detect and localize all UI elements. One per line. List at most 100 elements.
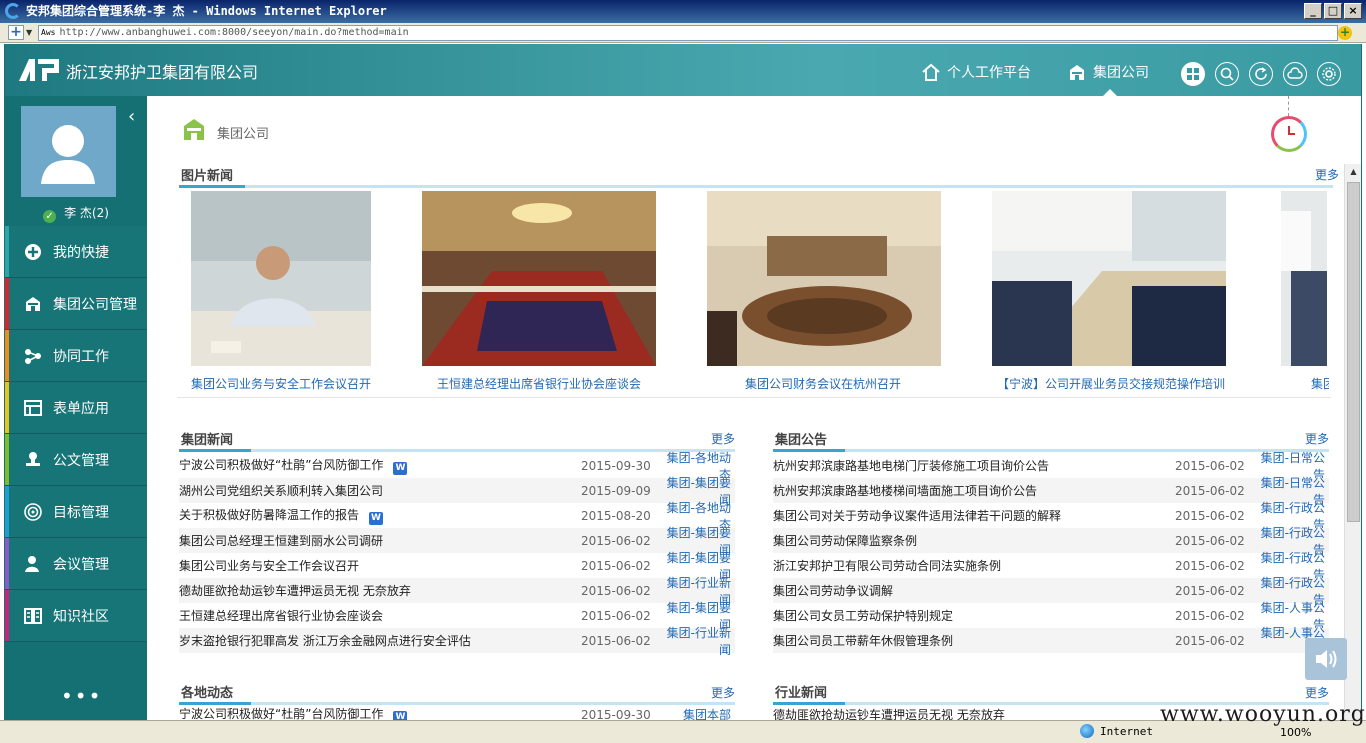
cloud-button[interactable]: [1283, 62, 1307, 86]
industry-news-more-link[interactable]: 更多: [1305, 684, 1329, 701]
list-item[interactable]: 湖州公司党组织关系顺利转入集团公司 2015-09-09 集团-集团要闻: [179, 476, 735, 507]
sidebar-item-shortcuts[interactable]: 我的快捷: [5, 226, 147, 278]
photo-caption-link[interactable]: 集团公司财务会议在杭州召开: [745, 375, 945, 392]
news-title-link[interactable]: 集团公司总经理王恒建到丽水公司调研: [179, 532, 581, 549]
photo-caption-link[interactable]: 王恒建总经理出席省银行业协会座谈会: [437, 375, 657, 392]
notice-title-link[interactable]: 集团公司劳动争议调解: [773, 582, 1175, 599]
maximize-button[interactable]: □: [1324, 3, 1342, 19]
list-item[interactable]: 杭州安邦滨康路基地楼梯间墙面施工项目询价公告 2015-06-02 集团-日常公告: [773, 476, 1329, 507]
menu-accent-bar: [5, 486, 9, 537]
list-item[interactable]: 宁波公司积极做好“杜鹃”台风防御工作 W 2015-09-30 集团本部: [179, 706, 735, 720]
zoom-level[interactable]: 100%: [1280, 726, 1311, 739]
search-icon: [1220, 67, 1234, 81]
news-date: 2015-06-02: [581, 583, 651, 598]
list-item[interactable]: 集团公司员工带薪年休假管理条例2015-06-02集团-人事公告: [773, 626, 1329, 657]
menu-accent-bar: [5, 278, 9, 329]
clock-widget[interactable]: [1271, 116, 1307, 152]
list-item[interactable]: 集团公司业务与安全工作会议召开 2015-06-02 集团-集团要闻: [179, 551, 735, 582]
notice-title-link[interactable]: 集团公司员工带薪年休假管理条例: [773, 632, 1175, 649]
nav-group-company[interactable]: 集团公司: [1067, 62, 1149, 82]
news-date: 2015-08-20: [581, 508, 651, 523]
list-item[interactable]: 集团公司女员工劳动保护特别规定 2015-06-02 集团-人事公告: [773, 601, 1329, 632]
news-category-link[interactable]: 集团-行业新闻: [657, 624, 735, 658]
news-title-link[interactable]: 宁波公司积极做好“杜鹃”台风防御工作 W: [179, 706, 581, 720]
notice-title-link[interactable]: 杭州安邦滨康路基地电梯门厅装修施工项目询价公告: [773, 457, 1175, 474]
notice-title-link[interactable]: 杭州安邦滨康路基地楼梯间墙面施工项目询价公告: [773, 482, 1175, 499]
list-item[interactable]: 王恒建总经理出席省银行业协会座谈会 2015-06-02 集团-集团要闻: [179, 601, 735, 632]
add-page-icon[interactable]: +: [8, 25, 24, 40]
group-news-more-link[interactable]: 更多: [711, 430, 735, 447]
list-item[interactable]: 关于积极做好防暑降温工作的报告 W 2015-08-20 集团-各地动态: [179, 501, 735, 532]
list-item[interactable]: 德劫匪欲抢劫运钞车遭押运员无视 无奈放弃 2015-06-02 集团-行业新闻: [179, 576, 735, 607]
sidebar-item-documents[interactable]: 公文管理: [5, 434, 147, 486]
apps-grid-button[interactable]: [1181, 62, 1205, 86]
url-field[interactable]: Aws http://www.anbanghuwei.com:8000/seeyo…: [38, 25, 1338, 41]
more-menu-button[interactable]: •••: [61, 684, 102, 708]
list-item[interactable]: 集团公司劳动争议调解 2015-06-02 集团-行政公告: [773, 576, 1329, 607]
user-status[interactable]: ✓ 李 杰(2): [5, 204, 147, 223]
news-date: 2015-06-02: [581, 533, 651, 548]
photo-caption-link[interactable]: 集团公司业务与安全工作会议召开: [191, 375, 371, 392]
news-title-link[interactable]: 德劫匪欲抢劫运钞车遭押运员无视 无奈放弃: [179, 582, 581, 599]
news-date: 2015-06-02: [581, 558, 651, 573]
news-photo[interactable]: [422, 191, 656, 366]
photo-news-more-link[interactable]: 更多: [1315, 166, 1339, 183]
news-photo[interactable]: [707, 191, 941, 366]
list-item[interactable]: 浙江安邦护卫有限公司劳动合同法实施条例 2015-06-02 集团-行政公告: [773, 551, 1329, 582]
notice-title-link[interactable]: 集团公司对关于劳动争议案件适用法律若干问题的解释: [773, 507, 1175, 524]
close-button[interactable]: ×: [1344, 3, 1362, 19]
news-title-link[interactable]: 集团公司业务与安全工作会议召开: [179, 557, 581, 574]
news-photo[interactable]: [191, 191, 371, 366]
share-nodes-icon: [23, 346, 43, 366]
local-news-more-link[interactable]: 更多: [711, 684, 735, 701]
news-category-link[interactable]: 集团本部: [657, 706, 735, 720]
list-item[interactable]: 集团公司劳动保障监察条例 2015-06-02 集团-行政公告: [773, 526, 1329, 557]
list-item[interactable]: 杭州安邦滨康路基地电梯门厅装修施工项目询价公告 2015-06-02 集团-日常公告: [773, 451, 1329, 482]
sidebar-item-collaboration[interactable]: 协同工作: [5, 330, 147, 382]
settings-button[interactable]: [1317, 62, 1341, 86]
news-title-link[interactable]: 岁末盗抢银行犯罪高发 浙江万余金融网点进行安全评估: [179, 632, 581, 649]
local-news-title: 各地动态: [181, 686, 234, 701]
news-photo[interactable]: [992, 191, 1226, 366]
sidebar-item-label: 公文管理: [53, 452, 109, 469]
group-news-title: 集团新闻: [181, 433, 234, 448]
sound-button[interactable]: [1305, 638, 1347, 680]
news-title-link[interactable]: 王恒建总经理出席省银行业协会座谈会: [179, 607, 581, 624]
chevron-down-icon[interactable]: ▼: [26, 28, 32, 37]
collapse-sidebar-icon[interactable]: ‹: [128, 106, 135, 127]
news-photo[interactable]: [1281, 191, 1327, 366]
notice-title-link[interactable]: 集团公司女员工劳动保护特别规定: [773, 607, 1175, 624]
scroll-up-arrow-icon[interactable]: ▲: [1346, 164, 1361, 179]
avatar[interactable]: [21, 106, 116, 197]
sidebar-item-forms[interactable]: 表单应用: [5, 382, 147, 434]
search-button[interactable]: [1215, 62, 1239, 86]
notice-title-link[interactable]: 浙江安邦护卫有限公司劳动合同法实施条例: [773, 557, 1175, 574]
photo-news-underline: [179, 185, 1333, 188]
ie-logo-icon: [5, 3, 21, 19]
list-item[interactable]: 集团公司对关于劳动争议案件适用法律若干问题的解释 2015-06-02 集团-行政公…: [773, 501, 1329, 532]
news-title-link[interactable]: 湖州公司党组织关系顺利转入集团公司: [179, 482, 581, 499]
go-icon[interactable]: +: [1338, 26, 1352, 40]
group-notice-more-link[interactable]: 更多: [1305, 430, 1329, 447]
scroll-thumb[interactable]: [1347, 182, 1360, 522]
security-zone[interactable]: Internet: [1080, 724, 1153, 738]
news-title-link[interactable]: 宁波公司积极做好“杜鹃”台风防御工作 W: [179, 456, 581, 475]
sidebar-item-goals[interactable]: 目标管理: [5, 486, 147, 538]
photo-caption-link[interactable]: 集团: [1311, 375, 1329, 392]
word-doc-icon: W: [393, 711, 408, 720]
list-item[interactable]: 集团公司总经理王恒建到丽水公司调研 2015-06-02 集团-集团要闻: [179, 526, 735, 557]
photo-caption-link[interactable]: 【宁波】公司开展业务员交接规范操作培训: [997, 375, 1237, 392]
minimize-button[interactable]: _: [1304, 3, 1322, 19]
sidebar-item-meetings[interactable]: 会议管理: [5, 538, 147, 590]
sidebar-item-knowledge[interactable]: 知识社区: [5, 590, 147, 642]
nav-personal-platform[interactable]: 个人工作平台: [921, 62, 1031, 82]
list-item[interactable]: 宁波公司积极做好“杜鹃”台风防御工作 W 2015-09-30 集团-各地动态: [179, 451, 735, 482]
sidebar-item-group-management[interactable]: 集团公司管理: [5, 278, 147, 330]
news-title-link[interactable]: 关于积极做好防暑降温工作的报告 W: [179, 506, 581, 525]
photo-partial: [1281, 191, 1327, 366]
notice-title-link[interactable]: 集团公司劳动保障监察条例: [773, 532, 1175, 549]
refresh-button[interactable]: [1249, 62, 1273, 86]
list-item[interactable]: 岁末盗抢银行犯罪高发 浙江万余金融网点进行安全评估 2015-06-02 集团-行业…: [179, 626, 735, 657]
content-scrollbar[interactable]: ▲: [1344, 164, 1361, 720]
sidebar-menu: 我的快捷 集团公司管理 协同工作 表单应用 公文管理 目标管理 会议管理 知识社…: [5, 226, 147, 642]
